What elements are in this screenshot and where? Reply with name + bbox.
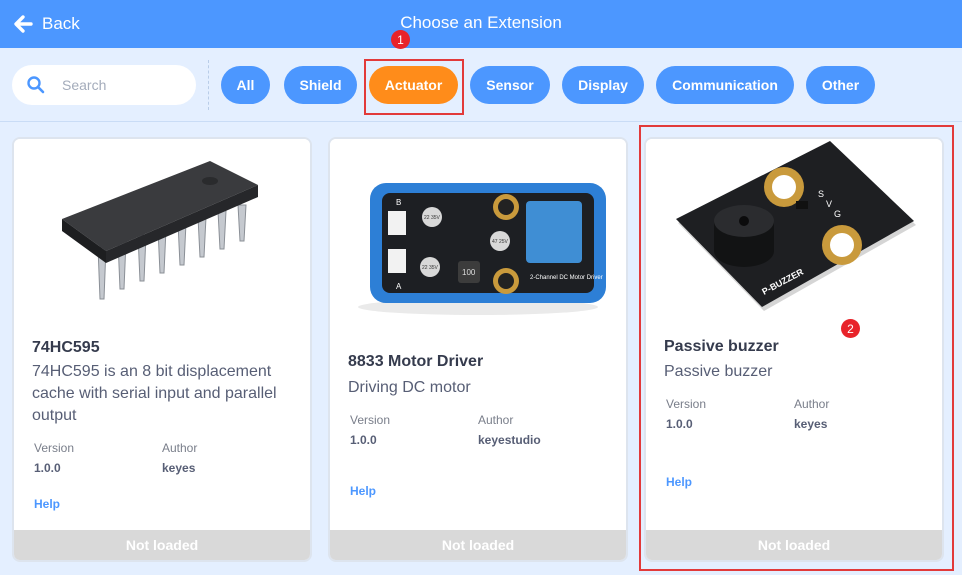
load-status: Not loaded xyxy=(14,530,310,560)
version-value: 1.0.0 xyxy=(34,461,61,475)
chip-label: Actuator xyxy=(384,77,443,93)
chip-label: Display xyxy=(578,77,628,93)
version-value: 1.0.0 xyxy=(350,433,377,447)
pin-label-v: V xyxy=(826,199,832,209)
capacitor-label: 22 35V xyxy=(422,265,439,271)
chip-label: All xyxy=(236,77,255,93)
chip-label: Shield xyxy=(299,77,342,93)
filter-chip-actuator[interactable]: Actuator xyxy=(369,66,458,104)
extension-name: 74HC595 xyxy=(32,339,100,356)
extension-name: Passive buzzer xyxy=(664,338,779,355)
step-badge-1: 1 xyxy=(391,30,410,49)
filter-bar: All Shield Actuator Sensor Display Commu… xyxy=(0,48,962,122)
filter-chip-sensor[interactable]: Sensor xyxy=(470,66,550,104)
load-status: Not loaded xyxy=(646,530,942,560)
module-label: 2-Channel DC Motor Driver xyxy=(530,275,603,281)
board-label-b: B xyxy=(396,198,401,207)
extension-card-passive-buzzer[interactable]: S V G P-BUZZER Passive buzzer Passive bu… xyxy=(644,137,944,562)
search-icon xyxy=(27,76,45,94)
capacitor-label: 22 35V xyxy=(424,215,441,221)
filter-chip-display[interactable]: Display xyxy=(562,66,644,104)
search-input[interactable] xyxy=(62,77,172,93)
version-label: Version xyxy=(350,413,391,427)
author-label: Author xyxy=(478,413,514,427)
filter-chip-shield[interactable]: Shield xyxy=(284,66,357,104)
filter-divider xyxy=(208,60,209,110)
board-label-a: A xyxy=(396,282,402,291)
help-link[interactable]: Help xyxy=(666,475,692,489)
pin-label-s: S xyxy=(818,189,824,199)
author-value: keyes xyxy=(794,417,828,431)
extension-name: 8833 Motor Driver xyxy=(348,353,484,370)
extension-description: Passive buzzer xyxy=(664,363,773,380)
chip-label: Other xyxy=(821,77,860,93)
capacitor-label: 47 25V xyxy=(492,239,509,245)
author-label: Author xyxy=(794,397,830,411)
version-label: Version xyxy=(34,441,75,455)
motor-driver-image: B A 22 35V 22 35V 47 25V 100 2-Channel D… xyxy=(330,139,626,339)
extension-description: 74HC595 is an 8 bit displacement cache w… xyxy=(32,363,277,424)
filter-chip-other[interactable]: Other xyxy=(806,66,875,104)
chip-label: Sensor xyxy=(486,77,534,93)
help-link[interactable]: Help xyxy=(350,484,376,498)
chip-label: Communication xyxy=(672,77,778,93)
filter-chip-all[interactable]: All xyxy=(221,66,270,104)
extension-card-74hc595[interactable]: 74HC595 74HC595 is an 8 bit displacement… xyxy=(12,137,312,562)
filter-bar-divider xyxy=(0,121,962,122)
step-badge-2: 2 xyxy=(841,319,860,338)
ic-chip-image xyxy=(14,139,310,329)
page-title: Choose an Extension xyxy=(400,13,562,32)
version-label: Version xyxy=(666,397,707,411)
author-label: Author xyxy=(162,441,198,455)
inductor-label: 100 xyxy=(462,268,476,277)
extension-card-8833-motor-driver[interactable]: B A 22 35V 22 35V 47 25V 100 2-Channel D… xyxy=(328,137,628,562)
header-bar: Back Choose an Extension xyxy=(0,0,962,48)
version-value: 1.0.0 xyxy=(666,417,693,431)
pin-label-g: G xyxy=(834,209,841,219)
passive-buzzer-image: S V G P-BUZZER xyxy=(646,139,942,329)
author-value: keyestudio xyxy=(478,433,541,447)
search-box[interactable] xyxy=(12,65,196,105)
load-status: Not loaded xyxy=(330,530,626,560)
filter-chip-communication[interactable]: Communication xyxy=(656,66,794,104)
author-value: keyes xyxy=(162,461,196,475)
help-link[interactable]: Help xyxy=(34,497,60,511)
extension-description: Driving DC motor xyxy=(348,379,471,396)
